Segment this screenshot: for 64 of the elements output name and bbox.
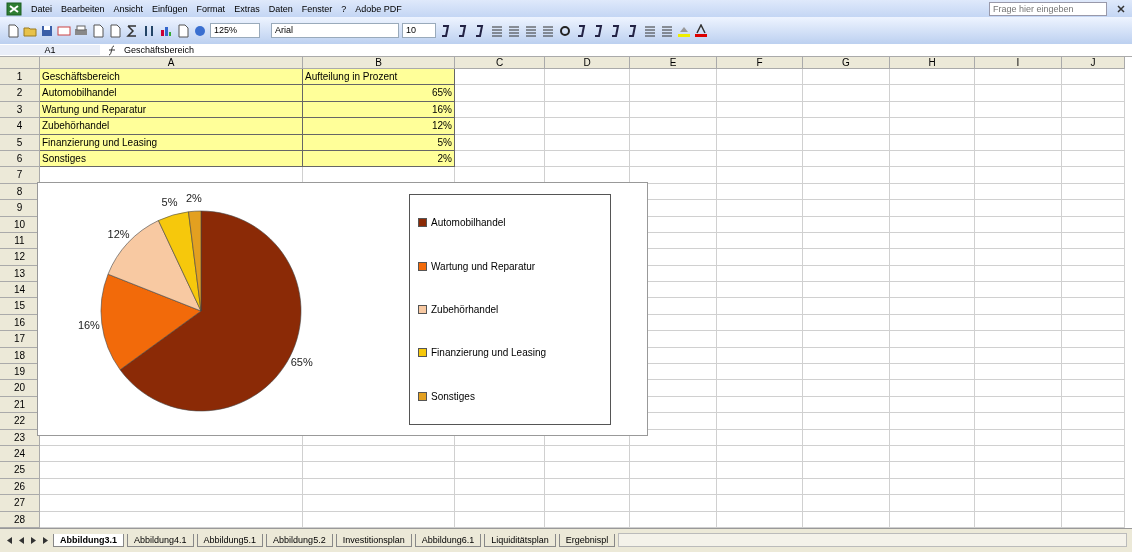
menu-item[interactable]: Datei (31, 3, 52, 14)
row-header[interactable]: 15 (0, 298, 40, 315)
menu-item[interactable]: Extras (234, 3, 260, 14)
sheet-tab[interactable]: Abbildung5.2 (266, 533, 333, 547)
data-label: 16% (77, 319, 100, 332)
menu-item[interactable]: Adobe PDF (355, 3, 402, 14)
menu-item[interactable]: ? (341, 3, 347, 14)
column-header[interactable]: B (303, 57, 455, 69)
row-header[interactable]: 22 (0, 413, 40, 430)
sheet-tab[interactable]: Abbildung6.1 (414, 533, 482, 547)
row-header[interactable]: 25 (0, 462, 40, 479)
row-header[interactable]: 17 (0, 331, 40, 348)
zoom-dropdown[interactable]: 125% (210, 23, 260, 38)
row-header[interactable]: 12 (0, 249, 40, 266)
column-header[interactable]: D (545, 57, 630, 69)
table-cell: 65% (303, 85, 455, 102)
menu-item[interactable]: Format (196, 3, 226, 14)
name-box[interactable]: A1 (0, 45, 100, 55)
sheet-tab[interactable]: Liquiditätsplan (484, 533, 556, 547)
menu-item[interactable]: Einfügen (152, 3, 188, 14)
table-cell: Aufteilung in Prozent (303, 69, 455, 86)
menu-item[interactable]: Daten (268, 3, 293, 14)
table-cell: 12% (303, 118, 455, 135)
legend-label: Wartung und Reparatur (431, 260, 536, 272)
row-header[interactable]: 14 (0, 282, 40, 299)
column-header[interactable]: G (803, 57, 890, 69)
row-header[interactable]: 27 (0, 495, 40, 512)
sheet-tab[interactable]: Abbildung4.1 (127, 533, 194, 547)
menu-item[interactable]: Bearbeiten (61, 3, 105, 14)
font-size-dropdown[interactable]: 10 (402, 23, 436, 38)
data-label: 12% (107, 227, 130, 240)
row-header[interactable]: 4 (0, 118, 40, 135)
row-header[interactable]: 2 (0, 85, 40, 102)
data-label: 2% (185, 192, 202, 205)
sheet-tab[interactable]: Ergebnispl (558, 533, 616, 547)
row-header[interactable]: 1 (0, 69, 40, 86)
data-label: 5% (161, 196, 178, 209)
column-header[interactable]: F (717, 57, 803, 69)
column-header[interactable]: E (630, 57, 717, 69)
legend-label: Automobilhandel (431, 217, 506, 229)
help-search-field[interactable]: Frage hier eingeben (989, 1, 1107, 16)
menu-item[interactable]: Ansicht (113, 3, 144, 14)
sheet-tab[interactable]: Abbildung3.1 (53, 533, 124, 547)
column-header[interactable]: H (890, 57, 975, 69)
column-header[interactable]: A (40, 57, 303, 69)
row-header[interactable]: 20 (0, 380, 40, 397)
table-cell: Automobilhandel (40, 85, 303, 102)
menu-item[interactable]: Fenster (301, 3, 333, 14)
column-header[interactable]: I (975, 57, 1062, 69)
sheet-tab[interactable]: Investitionsplan (335, 533, 412, 547)
table-cell: Zubehörhandel (40, 118, 303, 135)
legend-label: Finanzierung und Leasing (431, 347, 547, 359)
column-header[interactable]: J (1062, 57, 1125, 69)
font-dropdown[interactable]: Arial (271, 23, 399, 38)
column-header[interactable]: C (455, 57, 545, 69)
row-header[interactable]: 7 (0, 167, 40, 184)
data-label: 65% (290, 356, 313, 369)
sheet-tab[interactable]: Abbildung5.1 (196, 533, 264, 547)
formula-field[interactable]: Geschäftsbereich (124, 45, 1132, 55)
table-cell: Geschäftsbereich (40, 69, 303, 86)
row-header[interactable]: 19 (0, 364, 40, 381)
legend-label: Zubehörhandel (431, 303, 499, 315)
row-header[interactable]: 9 (0, 200, 40, 217)
legend-label: Sonstiges (431, 390, 475, 402)
